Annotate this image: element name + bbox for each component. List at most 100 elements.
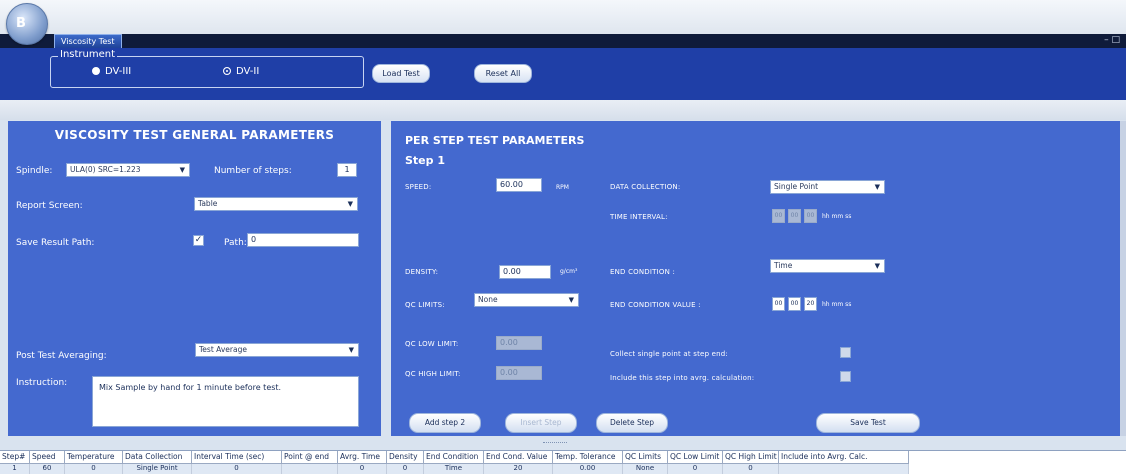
table-cell[interactable]: 60 (30, 464, 65, 474)
chevron-down-icon: ▼ (179, 166, 185, 174)
chevron-down-icon: ▼ (874, 183, 880, 191)
delete-step-button[interactable]: Delete Step (596, 413, 668, 433)
table-cell[interactable]: None (623, 464, 668, 474)
column-header[interactable]: Temp. Tolerance (553, 451, 623, 464)
table-cell[interactable]: 0 (65, 464, 123, 474)
density-label: DENSITY: (405, 268, 439, 276)
table-cell[interactable] (779, 464, 909, 474)
add-step-button[interactable]: Add step 2 (409, 413, 481, 433)
end-condition-minutes[interactable]: 00 (788, 297, 801, 311)
column-header[interactable]: QC Limits (623, 451, 668, 464)
qc-limits-dropdown[interactable]: None ▼ (474, 293, 579, 307)
save-result-path-label: Save Result Path: (16, 238, 95, 248)
chevron-down-icon: ▼ (568, 296, 574, 304)
step-title: Step 1 (405, 154, 445, 167)
qc-limits-label: QC LIMITS: (405, 301, 445, 309)
include-averaging-checkbox[interactable] (840, 371, 851, 382)
time-interval-unit: hh mm ss (822, 213, 852, 220)
column-header[interactable]: Interval Time (sec) (192, 451, 282, 464)
end-condition-hours[interactable]: 00 (772, 297, 785, 311)
radio-dv-ii[interactable]: DV-II (223, 66, 259, 77)
post-test-averaging-dropdown[interactable]: Test Average ▼ (195, 343, 359, 357)
data-collection-dropdown[interactable]: Single Point ▼ (770, 180, 885, 194)
path-label: Path: (224, 238, 247, 248)
end-condition-value-label: END CONDITION VALUE : (610, 301, 701, 309)
table-cell[interactable]: 0 (192, 464, 282, 474)
speed-input[interactable]: 60.00 (496, 178, 542, 192)
table-cell[interactable]: Single Point (123, 464, 192, 474)
splitter-handle[interactable] (543, 442, 567, 447)
end-condition-seconds[interactable]: 20 (804, 297, 817, 311)
vertical-scrollbar[interactable] (1120, 121, 1126, 436)
qc-high-limit-input[interactable]: 0.00 (496, 366, 542, 380)
table-cell[interactable]: Time (424, 464, 484, 474)
load-test-button[interactable]: Load Test (372, 64, 430, 83)
qc-high-limit-label: QC HIGH LIMIT: (405, 370, 461, 378)
path-input[interactable]: 0 (247, 233, 359, 247)
radio-dv-ii-label: DV-II (236, 66, 260, 77)
instrument-legend: Instrument (58, 49, 118, 60)
radio-dv-ii-dot[interactable] (223, 67, 231, 75)
application-menu-button[interactable]: B (6, 3, 48, 45)
chevron-down-icon: ▼ (874, 262, 880, 270)
column-header[interactable]: Temperature (65, 451, 123, 464)
insert-step-button[interactable]: Insert Step (505, 413, 577, 433)
title-bar (0, 0, 1126, 35)
column-header[interactable]: Data Collection (123, 451, 192, 464)
chevron-down-icon: ▼ (347, 200, 353, 208)
save-result-path-checkbox[interactable]: ✓ (193, 235, 204, 246)
radio-dv-iii-dot[interactable] (92, 67, 100, 75)
speed-unit: RPM (556, 184, 569, 191)
reset-all-button[interactable]: Reset All (474, 64, 532, 83)
number-of-steps-label: Number of steps: (214, 166, 292, 176)
number-of-steps-input[interactable]: 1 (337, 163, 357, 177)
include-averaging-label: Include this step into avrg. calculation… (610, 374, 755, 382)
step-parameters-title: PER STEP TEST PARAMETERS (405, 134, 585, 147)
collect-point-label: Collect single point at step end: (610, 350, 728, 358)
table-cell[interactable]: 0 (723, 464, 779, 474)
table-cell[interactable] (282, 464, 338, 474)
report-screen-label: Report Screen: (16, 201, 83, 211)
collect-point-checkbox[interactable] (840, 347, 851, 358)
window-controls[interactable]: – □ (1104, 35, 1120, 45)
data-collection-value: Single Point (774, 182, 819, 191)
spindle-value: ULA(0) SRC=1.223 (70, 165, 141, 174)
table-row[interactable]: 1 60 0 Single Point 0 0 0 Time 20 0.00 N… (0, 464, 909, 474)
column-header[interactable]: Avrg. Time (338, 451, 387, 464)
end-condition-dropdown[interactable]: Time ▼ (770, 259, 885, 273)
table-cell[interactable]: 1 (0, 464, 30, 474)
instruction-textarea[interactable]: Mix Sample by hand for 1 minute before t… (92, 376, 359, 427)
time-interval-seconds[interactable]: 00 (804, 209, 817, 223)
column-header[interactable]: End Condition (424, 451, 484, 464)
radio-dv-iii[interactable]: DV-III (92, 66, 131, 77)
column-header[interactable]: End Cond. Value (484, 451, 553, 464)
column-header[interactable]: Density (387, 451, 424, 464)
density-unit: g/cm³ (560, 268, 578, 275)
report-screen-value: Table (198, 199, 218, 208)
column-header[interactable]: Speed (30, 451, 65, 464)
qc-low-limit-input[interactable]: 0.00 (496, 336, 542, 350)
density-input[interactable]: 0.00 (499, 265, 551, 279)
table-cell[interactable]: 0 (668, 464, 723, 474)
save-test-button[interactable]: Save Test (816, 413, 920, 433)
table-cell[interactable]: 0 (387, 464, 424, 474)
tab-viscosity-test[interactable]: Viscosity Test (54, 34, 122, 49)
instruction-label: Instruction: (16, 378, 68, 388)
column-header[interactable]: Point @ end (282, 451, 338, 464)
column-header[interactable]: Include into Avrg. Calc. (779, 451, 909, 464)
table-cell[interactable]: 20 (484, 464, 553, 474)
time-interval-minutes[interactable]: 00 (788, 209, 801, 223)
time-interval-hours[interactable]: 00 (772, 209, 785, 223)
spindle-dropdown[interactable]: ULA(0) SRC=1.223 ▼ (66, 163, 190, 177)
table-cell[interactable]: 0 (338, 464, 387, 474)
end-condition-value: Time (774, 261, 793, 270)
post-test-averaging-value: Test Average (199, 345, 247, 354)
column-header[interactable]: QC Low Limit (668, 451, 723, 464)
speed-label: SPEED: (405, 183, 432, 191)
table-cell[interactable]: 0.00 (553, 464, 623, 474)
qc-limits-value: None (478, 295, 498, 304)
report-screen-dropdown[interactable]: Table ▼ (194, 197, 358, 211)
qc-low-limit-label: QC LOW LIMIT: (405, 340, 459, 348)
column-header[interactable]: Step# (0, 451, 30, 464)
column-header[interactable]: QC High Limit (723, 451, 779, 464)
